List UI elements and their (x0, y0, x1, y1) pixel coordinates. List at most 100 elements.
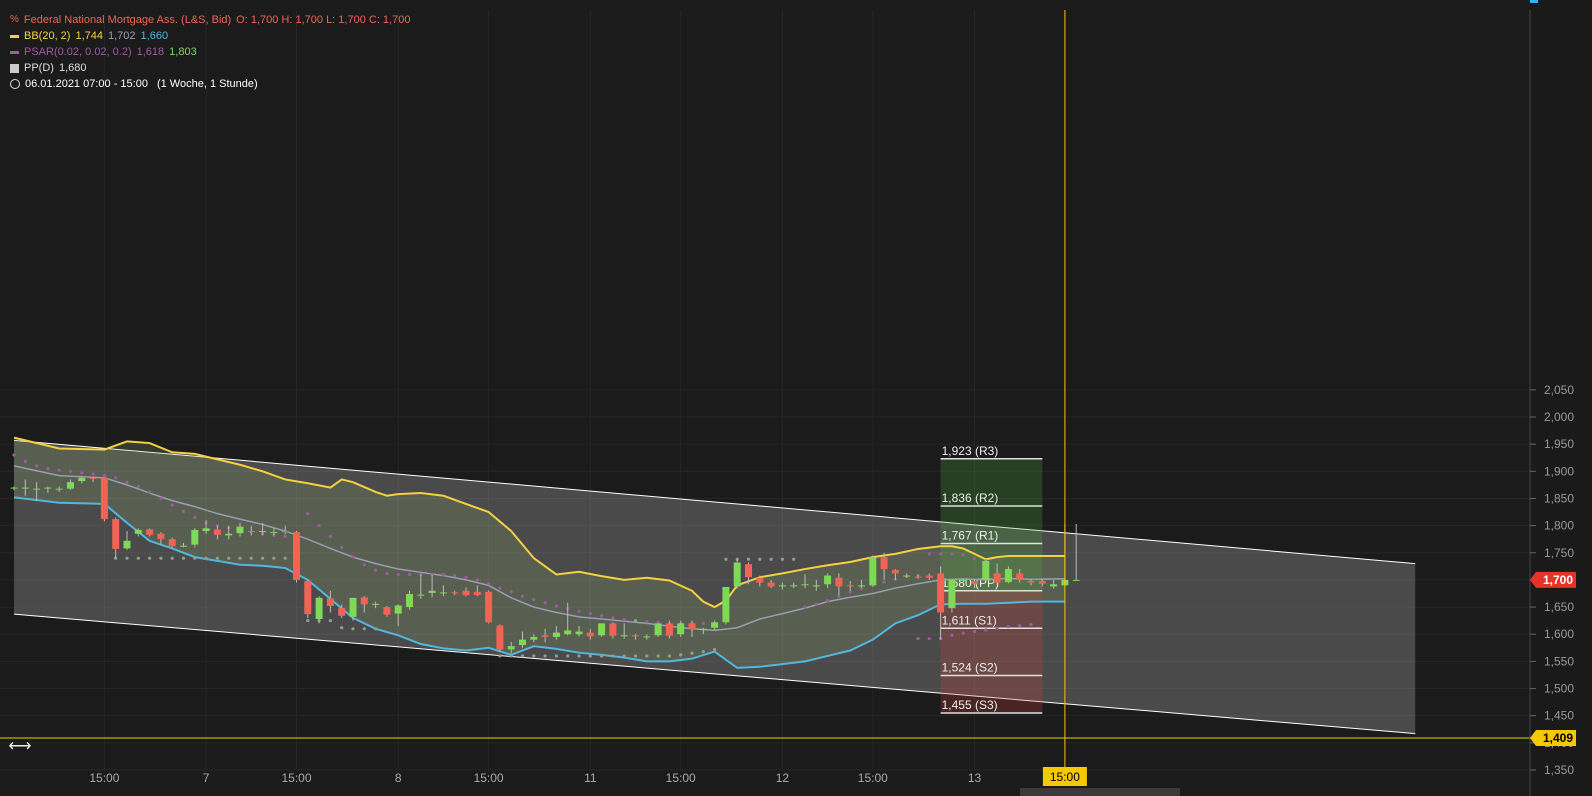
candle-body (790, 585, 798, 587)
psar-dot (261, 556, 265, 560)
psar-dot (328, 619, 332, 623)
psar-dot (713, 647, 717, 652)
candle-body (598, 623, 606, 636)
psar-dot (622, 617, 626, 622)
candle-body (711, 622, 719, 628)
psar-dot (159, 496, 163, 501)
pp-swatch-icon (10, 63, 19, 73)
y-tick-label: 1,900 (1544, 464, 1574, 478)
psar-value-1: 1,618 (136, 46, 165, 58)
psar-dot (283, 556, 287, 560)
psar-dot (23, 459, 27, 464)
last-price-label: 1,700 (1543, 573, 1573, 587)
psar-dot (769, 557, 773, 561)
y-tick-label: 1,450 (1544, 709, 1574, 723)
legend-bb-row[interactable]: BB(20, 2) 1,744 1,702 1,660 (10, 28, 410, 44)
psar-dot (972, 556, 977, 560)
psar-dot (814, 602, 818, 606)
psar-dot (633, 619, 638, 623)
candle-body (100, 477, 108, 520)
psar-dot (362, 627, 366, 631)
x-tick-label: 15:00 (666, 771, 696, 785)
psar-dot (600, 614, 604, 618)
scrollbar-handle[interactable] (1020, 788, 1180, 796)
psar-dot (543, 601, 547, 605)
psar-dot (136, 556, 140, 560)
psar-dot (125, 480, 129, 484)
candle-body (33, 488, 41, 490)
legend-psar-row[interactable]: PSAR(0.02, 0.02, 0.2) 1,618 1,803 (10, 44, 410, 60)
candlestick-chart[interactable]: 1,923 (R3)1,836 (R2)1,767 (R1)1,680 (PP)… (0, 0, 1592, 796)
period-text: 06.01.2021 07:00 - 15:00 (25, 78, 148, 90)
psar-dot (114, 476, 118, 480)
y-tick-label: 2,000 (1544, 410, 1574, 424)
psar-dot (351, 555, 355, 559)
candle-body (733, 562, 741, 587)
bb-lower-value: 1,660 (140, 30, 169, 42)
psar-dot (57, 468, 61, 472)
psar-dot (193, 556, 197, 560)
psar-dot (645, 620, 649, 624)
candle-body (213, 529, 221, 535)
psar-dot (701, 621, 705, 625)
candle-body (530, 636, 538, 640)
candle-body (699, 628, 707, 630)
psar-dot (487, 582, 491, 586)
psar-dot (950, 633, 954, 637)
psar-dot (340, 545, 344, 549)
psar-dot (125, 556, 129, 560)
candle-body (157, 533, 165, 540)
candle-body (654, 623, 662, 636)
psar-dot (374, 568, 378, 572)
x-tick-label: 7 (203, 771, 210, 785)
psar-dot (656, 654, 660, 658)
psar-dot (520, 594, 525, 598)
pivot-level-label: 1,524 (S2) (942, 661, 998, 675)
y-tick-label: 1,550 (1544, 654, 1574, 668)
candle-body (519, 639, 526, 646)
candle-body (665, 623, 673, 636)
bb-upper-value: 1,744 (75, 30, 103, 42)
y-tick-label: 1,600 (1544, 627, 1574, 641)
candle-body (134, 529, 142, 534)
candle-body (1050, 584, 1058, 587)
candle-body (982, 560, 990, 580)
psar-dot (543, 654, 547, 658)
psar-dot (939, 552, 943, 556)
candle-body (677, 623, 685, 635)
horizontal-resize-icon[interactable]: ⟷ (8, 737, 32, 757)
candle-body (948, 579, 956, 609)
psar-dot (566, 654, 570, 658)
psar-dot (622, 654, 626, 658)
candle-body (180, 545, 187, 547)
candle-body (835, 577, 843, 587)
candle-body (824, 575, 832, 585)
psar-dot (102, 474, 106, 478)
psar-dot (633, 654, 638, 658)
candle-body (21, 487, 29, 489)
legend-pp-row[interactable]: PP(D) 1,680 (10, 60, 410, 76)
candle-body (496, 625, 504, 650)
psar-dot (181, 556, 186, 560)
candle-body (767, 582, 775, 587)
psar-dot (498, 586, 502, 590)
y-tick-label: 1,850 (1544, 491, 1574, 505)
candle-body (609, 623, 617, 636)
psar-value-2: 1,803 (169, 46, 197, 58)
pivot-level-label: 1,836 (R2) (942, 491, 999, 505)
psar-dot (701, 650, 705, 654)
psar-dot (385, 571, 389, 575)
candle-body (1004, 569, 1012, 583)
psar-dot (758, 557, 762, 561)
psar-dot (645, 654, 649, 658)
candle-body (67, 482, 74, 489)
candle-body (632, 635, 639, 637)
psar-dot (588, 654, 592, 658)
psar-dot (600, 654, 604, 658)
psar-dot (396, 572, 400, 577)
psar-dot (611, 654, 615, 658)
psar-dot (792, 557, 796, 561)
candle-body (146, 529, 154, 535)
psar-dot (679, 653, 683, 657)
psar-dot (148, 556, 152, 560)
